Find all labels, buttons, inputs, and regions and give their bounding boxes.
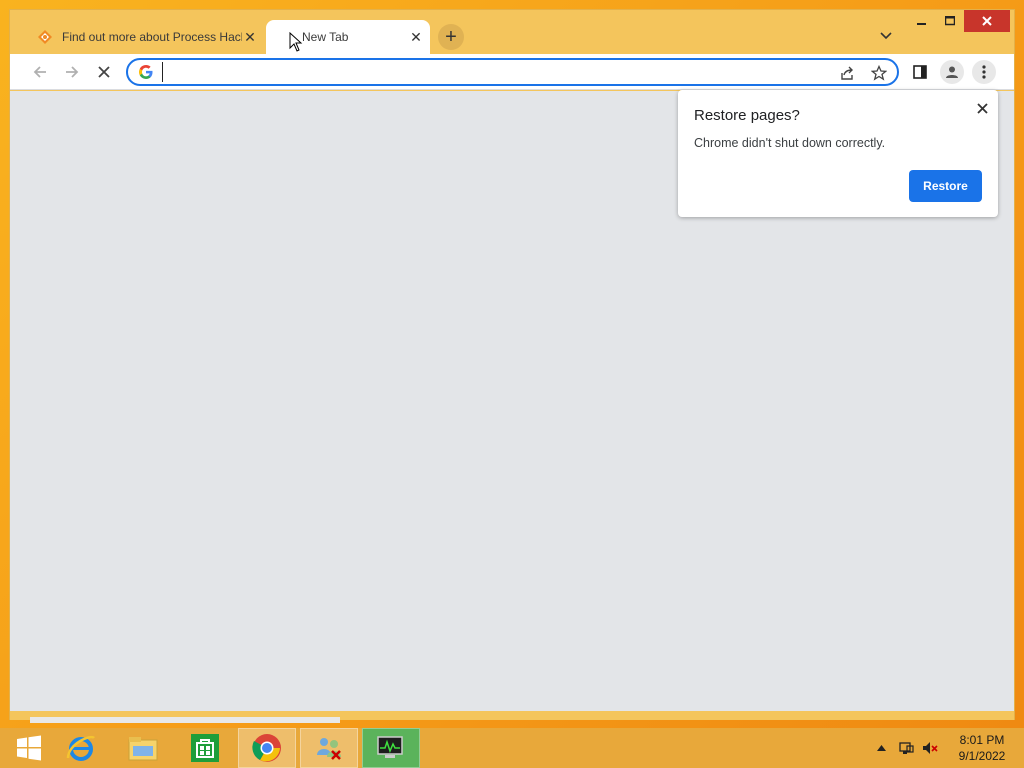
internet-explorer-icon[interactable] [52,728,110,768]
process-hacker-icon [38,30,52,44]
title-bar: Find out more about Process Hacker ✕ New… [10,10,1014,54]
restore-pages-bubble: Restore pages? Chrome didn't shut down c… [678,90,998,217]
chrome-window: Find out more about Process Hacker ✕ New… [9,9,1015,720]
maximize-button[interactable] [936,10,963,32]
tray-overflow-icon[interactable] [874,728,888,768]
stop-loading-icon[interactable] [92,60,116,84]
network-tray-icon[interactable] [896,728,916,768]
clock-date: 9/1/2022 [958,749,1006,763]
mouse-cursor-icon [289,31,303,52]
new-tab-button[interactable]: + [438,24,464,50]
horizontal-scrollbar[interactable] [30,717,340,723]
bubble-title: Restore pages? [694,107,800,124]
volume-muted-icon[interactable] [920,728,940,768]
restore-button[interactable]: Restore [909,170,982,202]
taskbar-clock[interactable]: 8:01 PM 9/1/2022 [948,732,1016,764]
bubble-message: Chrome didn't shut down correctly. [694,136,886,150]
address-bar[interactable] [126,58,899,86]
store-icon[interactable] [176,728,234,768]
back-arrow-icon[interactable] [28,60,52,84]
share-icon[interactable] [838,64,856,82]
close-icon[interactable]: ✕ [242,29,258,45]
file-explorer-icon[interactable] [114,728,172,768]
process-monitor-icon[interactable] [362,728,420,768]
tab-title: New Tab [302,30,349,44]
profile-avatar-icon[interactable] [940,60,964,84]
close-icon[interactable] [974,100,990,116]
network-users-icon[interactable] [300,728,358,768]
start-icon[interactable] [0,728,58,768]
minimize-button[interactable] [908,10,935,32]
tab-process-hacker[interactable]: Find out more about Process Hacker ✕ [26,20,264,54]
tab-title: Find out more about Process Hacker [62,30,242,44]
kebab-menu-icon[interactable] [972,60,996,84]
clock-time: 8:01 PM [959,733,1005,747]
address-input[interactable] [162,62,822,82]
google-g-icon [138,64,154,80]
forward-arrow-icon[interactable] [60,60,84,84]
side-panel-icon[interactable] [908,60,932,84]
browser-toolbar [10,54,1014,90]
bookmark-star-icon[interactable] [870,64,888,82]
chevron-down-icon[interactable] [876,26,896,46]
chrome-icon[interactable] [238,728,296,768]
taskbar: 8:01 PM 9/1/2022 [0,728,1024,768]
close-icon[interactable]: ✕ [408,29,424,45]
window-close-button[interactable] [964,10,1010,32]
